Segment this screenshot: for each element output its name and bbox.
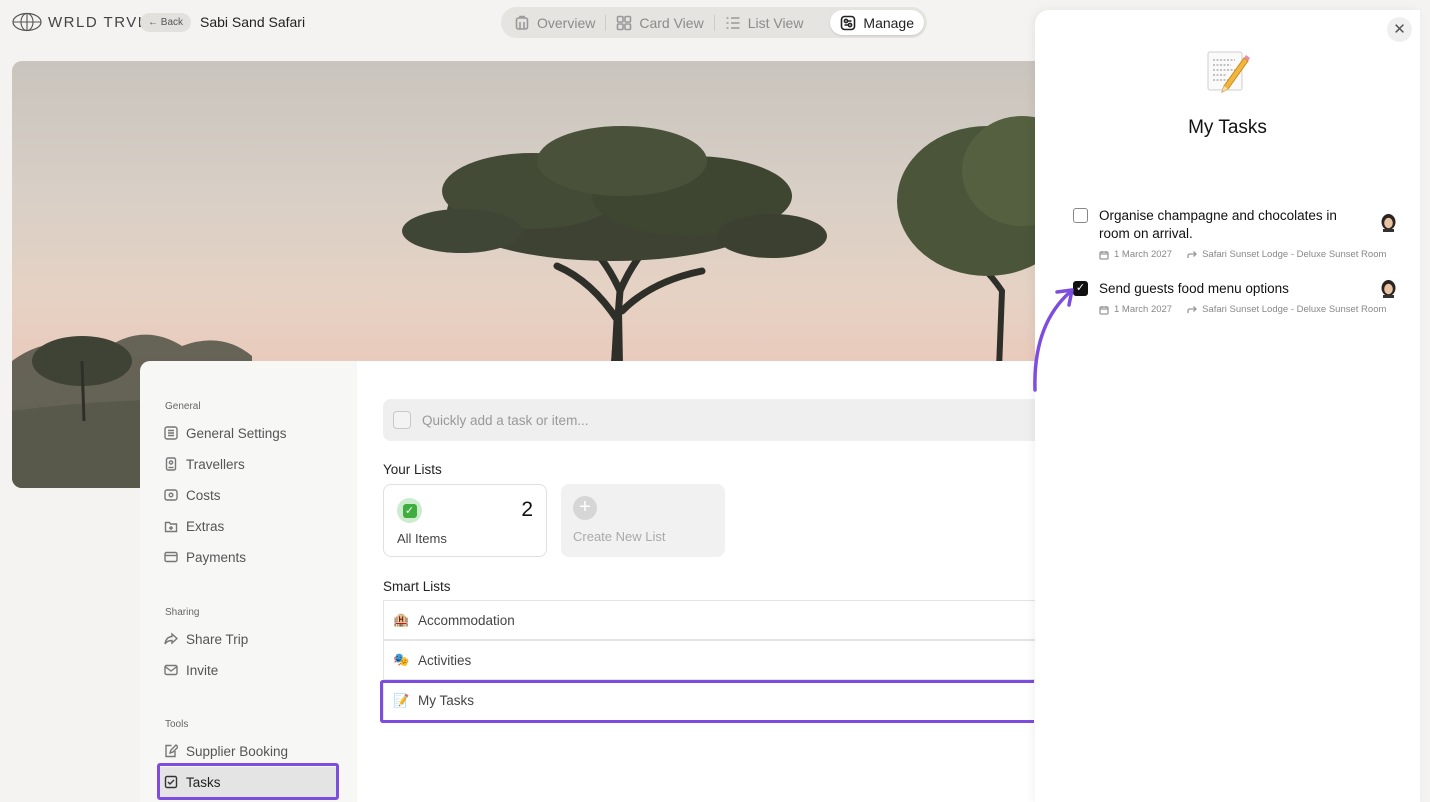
smart-list-label: Activities <box>418 652 472 668</box>
hotel-icon: 🏨 <box>393 612 410 627</box>
sidebar-item-extras[interactable]: Extras <box>164 514 224 538</box>
tab-label: Card View <box>639 14 704 31</box>
grid-icon <box>617 15 632 30</box>
tab-overview[interactable]: Overview <box>504 10 605 35</box>
sidebar-item-payments[interactable]: Payments <box>164 545 246 569</box>
section-tools-heading: Tools <box>165 719 189 730</box>
sidebar-item-share-trip[interactable]: Share Trip <box>164 627 248 651</box>
share-icon <box>164 632 178 645</box>
tab-label: Overview <box>537 14 596 31</box>
task-item[interactable]: Organise champagne and chocolates in roo… <box>1073 208 1403 264</box>
sidebar-item-label: Costs <box>186 487 221 503</box>
sidebar-item-invite[interactable]: Invite <box>164 658 218 682</box>
list-card-all-items[interactable]: ✓ 2 All Items <box>383 484 547 557</box>
extras-icon <box>164 521 178 533</box>
globe-icon <box>12 12 42 32</box>
sidebar-item-label: Travellers <box>186 456 245 472</box>
check-mark-icon: ✓ <box>397 498 422 523</box>
view-switcher: Overview Card View List View Manage <box>501 7 927 38</box>
task-location: Safari Sunset Lodge - Deluxe Sunset Room <box>1202 249 1387 260</box>
sidebar-item-label: General Settings <box>186 425 287 441</box>
annotation-arrow <box>1033 288 1074 392</box>
edit-document-icon <box>165 744 178 758</box>
create-list-label: Create New List <box>573 529 666 544</box>
task-date: 1 March 2027 <box>1114 304 1173 315</box>
create-new-list-button[interactable]: + Create New List <box>561 484 725 557</box>
tab-card-view[interactable]: Card View <box>606 10 713 35</box>
tab-label: List View <box>747 14 804 31</box>
section-general-heading: General <box>165 401 201 412</box>
sidebar-item-travellers[interactable]: Travellers <box>164 452 245 476</box>
task-item[interactable]: ✓ Send guests food menu options 1 March … <box>1073 280 1403 321</box>
quick-add-placeholder: Quickly add a task or item... <box>422 412 589 428</box>
quick-add-input[interactable]: Quickly add a task or item... <box>383 399 1043 441</box>
panel-title: My Tasks <box>1188 117 1267 138</box>
task-text: Organise champagne and chocolates in roo… <box>1099 208 1337 241</box>
arrow-link-icon <box>1187 250 1198 258</box>
sidebar-item-label: Invite <box>186 662 219 678</box>
smart-list-accommodation[interactable]: 🏨 Accommodation <box>383 600 1043 640</box>
logo[interactable]: WRLD TRVL <box>12 12 148 32</box>
back-button[interactable]: ← Back <box>140 13 192 32</box>
quick-add-checkbox <box>393 411 411 429</box>
task-location: Safari Sunset Lodge - Deluxe Sunset Room <box>1202 304 1387 315</box>
avatar[interactable] <box>1380 280 1397 298</box>
traveller-icon <box>165 457 177 471</box>
sliders-icon <box>164 426 178 440</box>
calendar-icon <box>1099 250 1109 260</box>
sidebar-item-supplier-booking[interactable]: Supplier Booking <box>164 739 288 763</box>
tab-manage[interactable]: Manage <box>830 10 924 35</box>
sidebar-item-label: Extras <box>186 518 225 534</box>
task-date: 1 March 2027 <box>1114 249 1173 260</box>
task-meta: 1 March 2027 Safari Sunset Lodge - Delux… <box>1099 249 1387 260</box>
my-tasks-highlight-box <box>380 680 1034 723</box>
your-lists-title: Your Lists <box>383 462 442 477</box>
list-item-count: 2 <box>521 498 533 521</box>
section-sharing-heading: Sharing <box>165 607 200 618</box>
tasks-highlight-box <box>157 763 339 800</box>
sidebar-item-general-settings[interactable]: General Settings <box>164 421 287 445</box>
trip-title: Sabi Sand Safari <box>200 14 306 30</box>
arrow-link-icon <box>1187 305 1198 313</box>
memo-icon <box>1207 51 1250 93</box>
manage-icon <box>841 15 856 30</box>
theatre-masks-icon: 🎭 <box>393 652 410 667</box>
costs-icon <box>164 489 178 501</box>
task-checkbox[interactable] <box>1073 208 1088 223</box>
sidebar-item-label: Supplier Booking <box>186 743 289 759</box>
building-icon <box>515 15 529 30</box>
avatar[interactable] <box>1380 214 1397 232</box>
close-icon[interactable]: ✕ <box>1387 17 1412 42</box>
smart-list-activities[interactable]: 🎭 Activities <box>383 640 1043 680</box>
tab-list-view[interactable]: List View <box>715 10 814 35</box>
credit-card-icon <box>164 551 178 563</box>
sidebar-item-costs[interactable]: Costs <box>164 483 221 507</box>
task-text: Send guests food menu options <box>1099 281 1289 296</box>
calendar-icon <box>1099 305 1109 315</box>
list-icon <box>726 16 740 29</box>
tab-label: Manage <box>863 14 914 31</box>
smart-lists-title: Smart Lists <box>383 579 451 594</box>
plus-icon: + <box>573 496 597 520</box>
invite-icon <box>164 664 178 676</box>
smart-list-label: Accommodation <box>418 612 515 628</box>
brand-name: WRLD TRVL <box>48 13 148 31</box>
list-card-label: All Items <box>397 531 447 546</box>
task-meta: 1 March 2027 Safari Sunset Lodge - Delux… <box>1099 304 1387 315</box>
sidebar-item-label: Share Trip <box>186 631 249 647</box>
sidebar-item-label: Payments <box>186 549 247 565</box>
